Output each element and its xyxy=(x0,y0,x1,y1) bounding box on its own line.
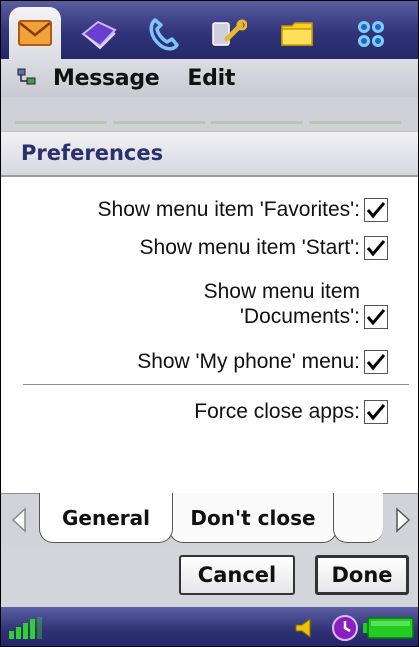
menu-edit[interactable]: Edit xyxy=(187,66,235,91)
option-label: Force close apps: xyxy=(194,400,360,423)
favorites-checkbox[interactable] xyxy=(364,198,388,222)
option-label-line1: Show menu item xyxy=(203,280,360,303)
tab-more[interactable] xyxy=(333,493,383,543)
checkmark-icon xyxy=(366,404,386,421)
separator-line xyxy=(23,384,409,385)
app-tab-bar xyxy=(1,1,418,59)
option-label: Show 'My phone' menu: xyxy=(137,350,360,373)
battery-icon xyxy=(363,617,414,639)
option-label: Show menu item 'Documents': xyxy=(204,279,360,329)
option-label: Show menu item 'Start': xyxy=(139,236,360,259)
option-show-documents: Show menu item 'Documents': xyxy=(204,279,388,329)
envelope-icon xyxy=(18,20,52,46)
app-tab-contacts[interactable] xyxy=(73,9,125,59)
contacts-book-icon xyxy=(81,20,117,50)
menu-message[interactable]: Message xyxy=(53,66,160,91)
checkmark-icon xyxy=(366,354,386,371)
speaker-icon[interactable] xyxy=(293,616,317,640)
tab-general[interactable]: General xyxy=(39,493,173,543)
option-show-my-phone: Show 'My phone' menu: xyxy=(137,349,388,374)
option-show-favorites: Show menu item 'Favorites': xyxy=(98,197,388,222)
button-bar: Cancel Done xyxy=(1,545,418,607)
tab-scroll-right-icon[interactable] xyxy=(393,507,413,533)
option-show-start: Show menu item 'Start': xyxy=(140,235,388,260)
tree-menu-icon[interactable] xyxy=(15,66,39,90)
tab-bar: General Don't close xyxy=(1,493,418,545)
dialog-title: Preferences xyxy=(21,141,164,165)
force-close-checkbox[interactable] xyxy=(364,400,388,424)
apps-grid-icon xyxy=(358,21,384,47)
start-checkbox[interactable] xyxy=(364,236,388,260)
app-tab-messaging[interactable] xyxy=(9,7,61,59)
tab-scroll-left-icon[interactable] xyxy=(9,507,29,533)
dialog-title-bar: Preferences xyxy=(1,131,418,177)
option-label: Show menu item 'Favorites': xyxy=(97,198,360,221)
preferences-panel: Show menu item 'Favorites': Show menu it… xyxy=(1,177,418,493)
tab-general-label: General xyxy=(62,505,150,530)
background-strip xyxy=(1,97,418,131)
cancel-button[interactable]: Cancel xyxy=(179,555,295,595)
tab-dont-close-label: Don't close xyxy=(190,505,316,530)
tools-icon xyxy=(212,19,247,46)
checkmark-icon xyxy=(366,202,386,219)
folder-icon xyxy=(281,22,313,46)
app-tab-files[interactable] xyxy=(271,9,323,59)
app-tab-applications[interactable] xyxy=(345,9,397,59)
tab-dont-close[interactable]: Don't close xyxy=(169,493,337,543)
signal-strength-icon xyxy=(9,617,42,639)
my-phone-checkbox[interactable] xyxy=(364,350,388,374)
app-tab-phone[interactable] xyxy=(137,9,189,59)
checkmark-icon xyxy=(366,309,386,326)
documents-checkbox[interactable] xyxy=(364,305,388,329)
menu-bar: Message Edit xyxy=(1,59,418,97)
option-force-close-apps: Force close apps: xyxy=(194,399,388,424)
checkmark-icon xyxy=(366,240,386,257)
done-button-label: Done xyxy=(331,563,393,587)
phone-handset-icon xyxy=(149,18,179,51)
done-button[interactable]: Done xyxy=(315,555,409,595)
option-label-line2: 'Documents': xyxy=(239,305,360,328)
app-tab-tools[interactable] xyxy=(203,9,255,59)
cancel-button-label: Cancel xyxy=(197,563,277,587)
clock-icon[interactable] xyxy=(331,614,359,642)
phone-screen: Message Edit Preferences Show menu item … xyxy=(0,0,419,647)
status-bar xyxy=(1,607,418,646)
